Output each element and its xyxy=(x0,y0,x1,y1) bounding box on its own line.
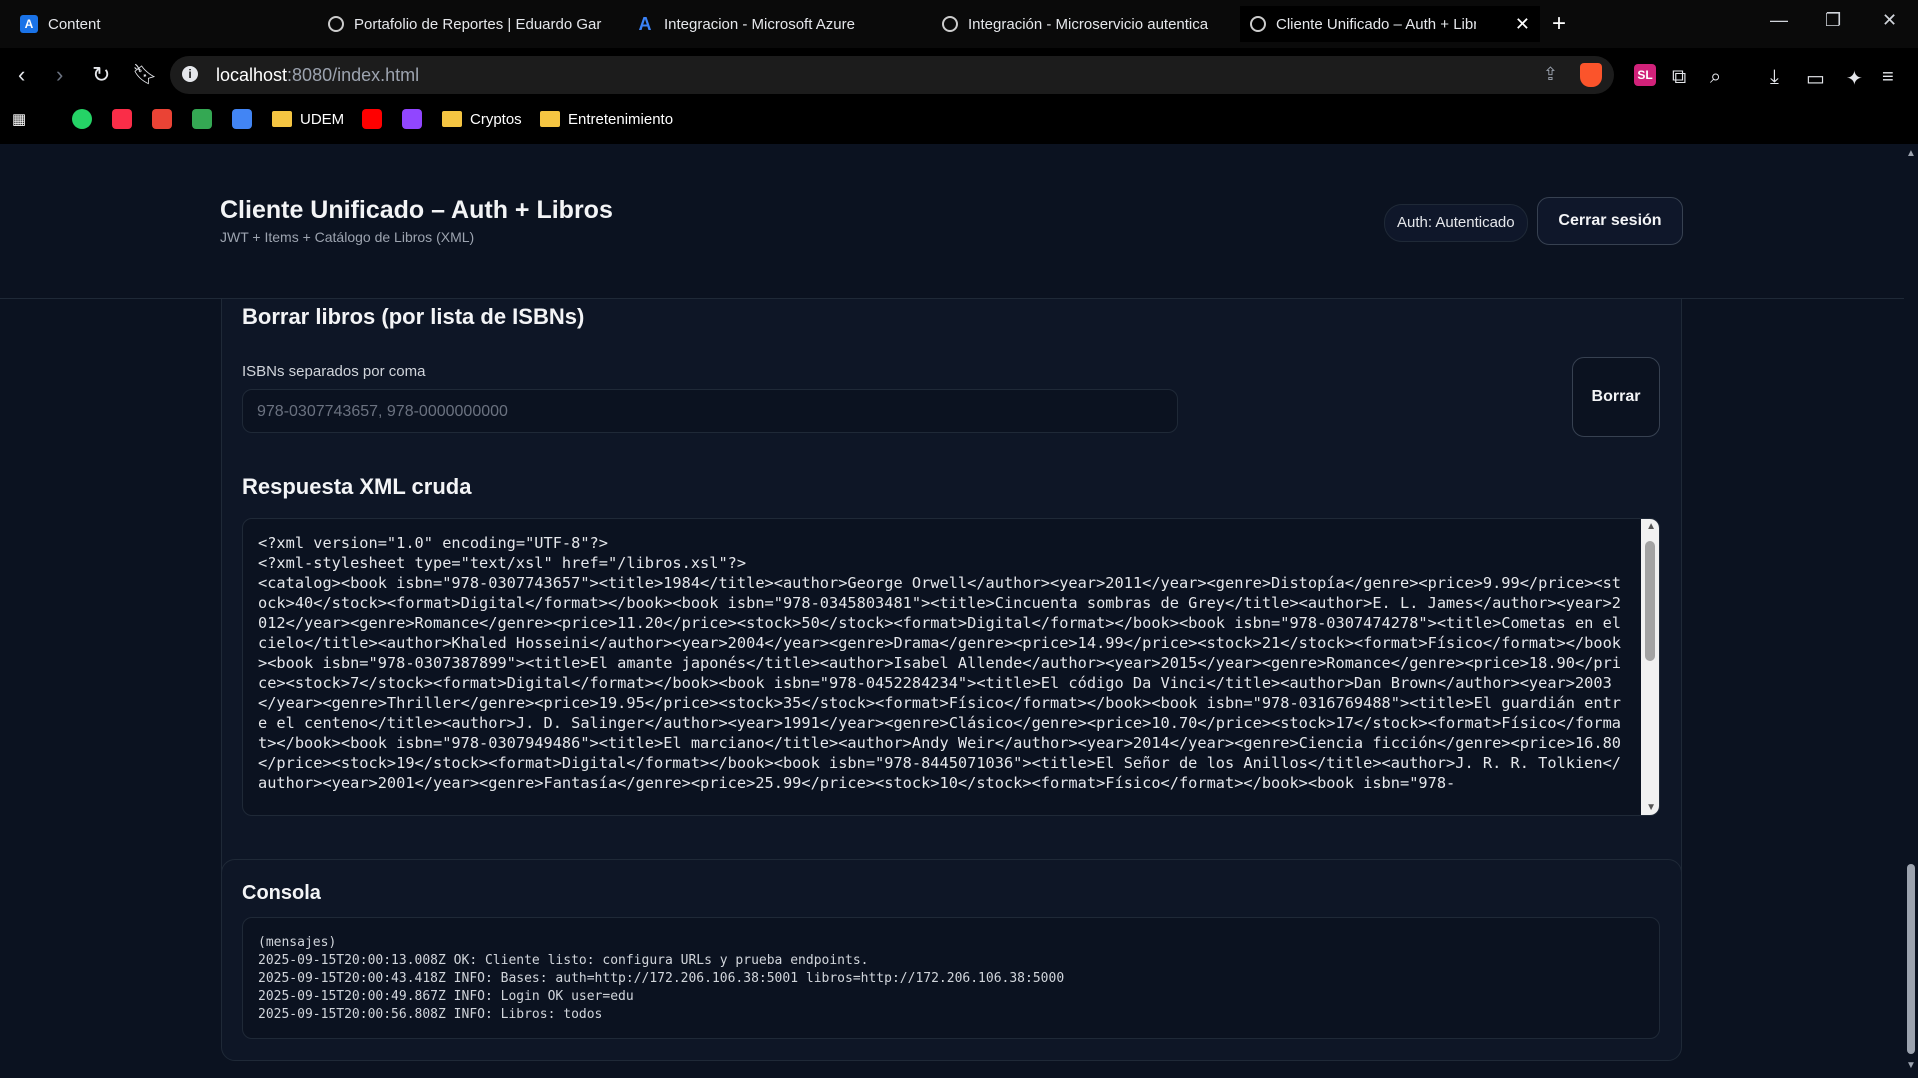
youtube-icon[interactable] xyxy=(362,108,382,130)
isbn-input[interactable]: 978-0307743657, 978-0000000000 xyxy=(242,389,1178,433)
folder-icon xyxy=(442,111,462,127)
delete-button[interactable]: Borrar xyxy=(1572,357,1660,437)
xml-scroll-thumb[interactable] xyxy=(1645,541,1655,661)
console-title: Consola xyxy=(242,882,321,904)
page-title: Cliente Unificado – Auth + Libros xyxy=(220,196,613,224)
tab-label: Content xyxy=(48,15,101,33)
globe-icon xyxy=(328,16,344,32)
azure-icon: A xyxy=(638,13,652,34)
page-subtitle: JWT + Items + Catálogo de Libros (XML) xyxy=(220,229,475,245)
back-icon[interactable]: ‹ xyxy=(18,62,25,88)
console-line: 2025-09-15T20:00:56.808Z INFO: Libros: t… xyxy=(258,1007,603,1022)
console-line: 2025-09-15T20:00:13.008Z OK: Cliente lis… xyxy=(258,953,869,968)
sl-extension-icon[interactable]: SL xyxy=(1634,64,1656,86)
close-tab-icon[interactable]: ✕ xyxy=(1515,14,1540,35)
tab-content[interactable]: A Content xyxy=(10,6,320,42)
console-line: (mensajes) xyxy=(258,935,337,950)
auth-status-badge: Auth: Autenticado xyxy=(1384,204,1528,242)
site-info-icon[interactable]: i xyxy=(182,66,198,82)
xml-scrollbar[interactable]: ▲ ▼ xyxy=(1641,519,1659,815)
tab-label: Cliente Unificado – Auth + Libros xyxy=(1276,15,1476,33)
page-scroll-up-icon[interactable]: ▲ xyxy=(1906,148,1916,159)
url-text[interactable]: localhost:8080/index.html xyxy=(216,65,419,86)
whatsapp-icon[interactable] xyxy=(72,108,92,130)
globe-icon xyxy=(1250,16,1266,32)
search-extension-icon[interactable]: ⌕ xyxy=(1710,66,1721,89)
leo-ai-icon[interactable]: ✦ xyxy=(1846,66,1863,91)
delete-section-title: Borrar libros (por lista de ISBNs) xyxy=(242,304,585,329)
menu-icon[interactable]: ≡ xyxy=(1882,66,1894,89)
bookmark-folder-cryptos[interactable]: Cryptos xyxy=(442,108,522,130)
bookmarks-bar: ▦ UDEM Cryptos Entretenimiento xyxy=(0,100,1918,138)
logout-button[interactable]: Cerrar sesión xyxy=(1537,197,1683,245)
tab-integracion[interactable]: Integración - Microservicio autentica xyxy=(932,6,1232,42)
console-line: 2025-09-15T20:00:49.867Z INFO: Login OK … xyxy=(258,989,634,1004)
isbn-input-placeholder: 978-0307743657, 978-0000000000 xyxy=(257,403,508,420)
page-scrollbar[interactable]: ▲ ▼ xyxy=(1904,144,1918,1078)
tab-portafolio[interactable]: Portafolio de Reportes | Eduardo Gar xyxy=(318,6,618,42)
folder-icon xyxy=(540,111,560,127)
close-window-icon[interactable]: ✕ xyxy=(1882,10,1897,31)
isbn-label: ISBNs separados por coma xyxy=(242,363,426,380)
minimize-icon[interactable]: — xyxy=(1770,10,1788,31)
xml-response-text: <?xml version="1.0" encoding="UTF-8"?> <… xyxy=(258,534,1622,792)
bookmark-icon[interactable]: 🔖︎ xyxy=(132,62,157,87)
tab-bar: A Content Portafolio de Reportes | Eduar… xyxy=(0,0,1918,48)
tab-label: Integración - Microservicio autentica xyxy=(968,15,1209,33)
bookmark-folder-entretenimiento[interactable]: Entretenimiento xyxy=(540,108,673,130)
gmail-icon[interactable] xyxy=(152,108,172,130)
share-icon[interactable]: ⇪ xyxy=(1543,64,1558,85)
music-icon[interactable] xyxy=(112,108,132,130)
browser-chrome: A Content Portafolio de Reportes | Eduar… xyxy=(0,0,1918,144)
scroll-up-icon[interactable]: ▲ xyxy=(1646,521,1656,532)
restore-icon[interactable]: ❐ xyxy=(1825,10,1841,31)
forward-icon[interactable]: › xyxy=(56,62,63,88)
tab-label: Portafolio de Reportes | Eduardo Gar xyxy=(354,15,602,33)
drive-icon[interactable] xyxy=(192,108,212,130)
console-log: (mensajes) 2025-09-15T20:00:13.008Z OK: … xyxy=(242,917,1660,1039)
new-tab-icon[interactable]: + xyxy=(1552,10,1566,38)
page-scroll-down-icon[interactable]: ▼ xyxy=(1906,1060,1916,1071)
address-bar[interactable]: i localhost:8080/index.html ⇪ xyxy=(170,56,1614,94)
scroll-down-icon[interactable]: ▼ xyxy=(1646,802,1656,813)
tab-azure[interactable]: A Integracion - Microsoft Azure xyxy=(626,6,936,42)
tab-cliente-unificado[interactable]: Cliente Unificado – Auth + Libros ✕ xyxy=(1240,6,1540,42)
folder-icon xyxy=(272,111,292,127)
reload-icon[interactable]: ↻ xyxy=(92,62,110,88)
app-header: Cliente Unificado – Auth + Libros JWT + … xyxy=(0,144,1904,299)
xml-section-title: Respuesta XML cruda xyxy=(242,474,472,499)
extensions-icon[interactable]: ⧉ xyxy=(1672,66,1686,89)
page-scroll-thumb[interactable] xyxy=(1907,864,1915,1054)
apps-grid-icon[interactable]: ▦ xyxy=(12,108,26,130)
bookmark-folder-udem[interactable]: UDEM xyxy=(272,108,344,130)
tab-label: Integracion - Microsoft Azure xyxy=(664,15,855,33)
xml-response-box[interactable]: <?xml version="1.0" encoding="UTF-8"?> <… xyxy=(242,518,1660,816)
openai-icon xyxy=(942,16,958,32)
console-line: 2025-09-15T20:00:43.418Z INFO: Bases: au… xyxy=(258,971,1065,986)
brave-shields-icon[interactable] xyxy=(1580,63,1602,87)
wallet-icon[interactable]: ▭ xyxy=(1806,66,1825,91)
download-icon[interactable]: ⤓ xyxy=(1770,66,1779,89)
calendar-icon[interactable] xyxy=(232,108,252,130)
app-favicon-icon: A xyxy=(20,15,38,33)
twitch-icon[interactable] xyxy=(402,108,422,130)
